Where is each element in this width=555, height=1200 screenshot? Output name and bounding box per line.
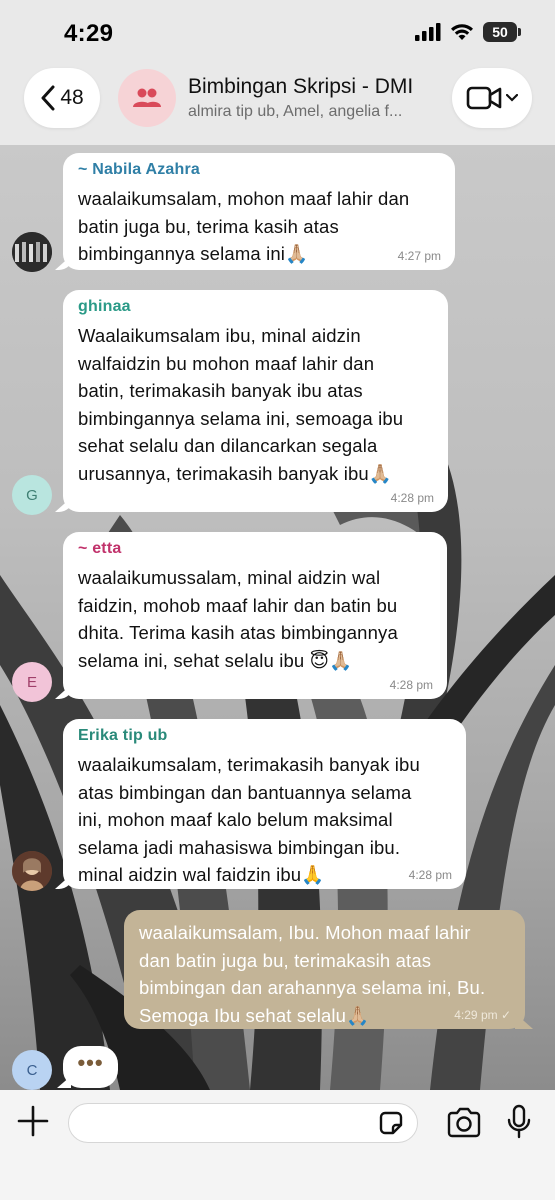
composer-bar [0, 1090, 555, 1200]
group-avatar[interactable] [118, 69, 176, 127]
signal-icon [415, 23, 441, 41]
message-sender[interactable]: ghinaa [78, 298, 434, 316]
message-sender[interactable]: Erika tip ub [78, 727, 452, 745]
message-bubble[interactable]: Erika tip ub waalaikumsalam, terimakasih… [63, 719, 466, 889]
battery-indicator: 50 [483, 22, 521, 42]
group-title[interactable]: Bimbingan Skripsi - DMI [188, 75, 413, 99]
chat-header: 4:29 50 48 Bimbingan Skripsi - DMI almir… [0, 0, 555, 145]
video-camera-icon [466, 86, 502, 110]
message-line: bimbingannya selama ini🙏🏼 [78, 243, 309, 264]
message-input[interactable] [68, 1103, 418, 1143]
back-button[interactable]: 48 [24, 68, 100, 128]
message-line: atas bimbingan dan bantuannya selama [78, 781, 412, 803]
message-bubble[interactable]: ~ etta waalaikumussalam, minal aidzin wa… [63, 532, 447, 699]
camera-icon[interactable] [446, 1106, 482, 1138]
message-line: waalaikumsalam, Ibu. Mohon maaf lahir [139, 922, 471, 943]
message-text: waalaikumsalam, mohon maaf lahir dan bat… [78, 185, 441, 268]
message-text: Waalaikumsalam ibu, minal aidzin walfaid… [78, 322, 434, 487]
typing-dots: ••• [77, 1050, 104, 1075]
sender-avatar[interactable] [12, 851, 52, 891]
message-line: ini, mohon maaf kalo belum maksimal [78, 809, 393, 830]
message-line: selama ini, sehat selalu ibu 😇🙏🏼 [78, 649, 353, 671]
plus-icon[interactable] [16, 1104, 50, 1138]
sticker-icon[interactable] [377, 1109, 405, 1137]
chevron-down-icon [506, 94, 518, 102]
wifi-icon [451, 24, 473, 40]
typing-indicator: ••• [63, 1046, 118, 1088]
message-bubble[interactable]: ghinaa Waalaikumsalam ibu, minal aidzin … [63, 290, 448, 512]
sender-avatar[interactable] [12, 232, 52, 272]
message-line: sehat selalu dan dilancarkan segala [78, 435, 378, 456]
message-line: Waalaikumsalam ibu, minal aidzin [78, 325, 361, 346]
message-text: waalaikumussalam, minal aidzin wal faidz… [78, 564, 433, 674]
message-line: waalaikumsalam, terimakasih banyak ibu [78, 754, 420, 775]
message-line: minal aidzin wal faidzin ibu🙏 [78, 864, 325, 885]
message-line: selama jadi mahasiswa bimbingan ibu. [78, 836, 401, 858]
message-line: batin, terimakasih banyak ibu atas [78, 380, 363, 401]
people-icon [133, 88, 161, 107]
message-sender[interactable]: ~ etta [78, 540, 433, 558]
avatar-photo [12, 851, 52, 891]
message-line: dhita. Terima kasih atas bimbingannya [78, 622, 398, 643]
group-members[interactable]: almira tip ub, Amel, angelia f... [188, 103, 402, 121]
status-icons: 50 [415, 22, 521, 42]
outgoing-message-bubble[interactable]: waalaikumsalam, Ibu. Mohon maaf lahir da… [124, 910, 525, 1029]
microphone-icon[interactable] [506, 1104, 532, 1140]
message-line: waalaikumsalam, mohon maaf lahir dan [78, 188, 410, 209]
message-time: 4:27 pm [397, 249, 441, 263]
avatar-initial: E [26, 673, 37, 691]
avatar-initial: C [26, 1061, 38, 1079]
message-time: 4:28 pm [390, 491, 434, 505]
avatar-photo [12, 232, 52, 272]
message-text: waalaikumsalam, terimakasih banyak ibu a… [78, 751, 452, 889]
message-time: 4:28 pm [389, 678, 433, 692]
message-line: bimbingan dan arahannya selama ini, Bu. [139, 977, 486, 998]
message-line: batin juga bu, terima kasih atas [78, 215, 339, 237]
message-sender[interactable]: ~ Nabila Azahra [78, 161, 441, 179]
sender-avatar[interactable]: E [12, 662, 52, 702]
message-line: walfaidzin bu mohon maaf lahir dan [78, 352, 375, 374]
message-bubble[interactable]: ~ Nabila Azahra waalaikumsalam, mohon ma… [63, 153, 455, 270]
message-time: 4:28 pm [408, 868, 452, 882]
typing-avatar[interactable]: C [12, 1050, 52, 1090]
message-time: 4:29 pm ✓ [454, 1008, 511, 1022]
message-line: dan batin juga bu, terimakasih atas [139, 949, 432, 971]
message-line: urusannya, terimakasih banyak ibu🙏🏼 [78, 462, 393, 484]
sender-avatar[interactable]: G [12, 475, 52, 515]
message-line: faidzin, mohob maaf lahir dan batin bu [78, 594, 398, 616]
status-time: 4:29 [64, 20, 114, 47]
message-line: bimbingannya selama ini, semoaga ibu [78, 407, 404, 429]
avatar-initial: G [26, 486, 38, 504]
video-call-button[interactable] [452, 68, 532, 128]
unread-count: 48 [60, 86, 84, 109]
message-line: waalaikumussalam, minal aidzin wal [78, 567, 381, 588]
chevron-left-icon [41, 85, 55, 111]
